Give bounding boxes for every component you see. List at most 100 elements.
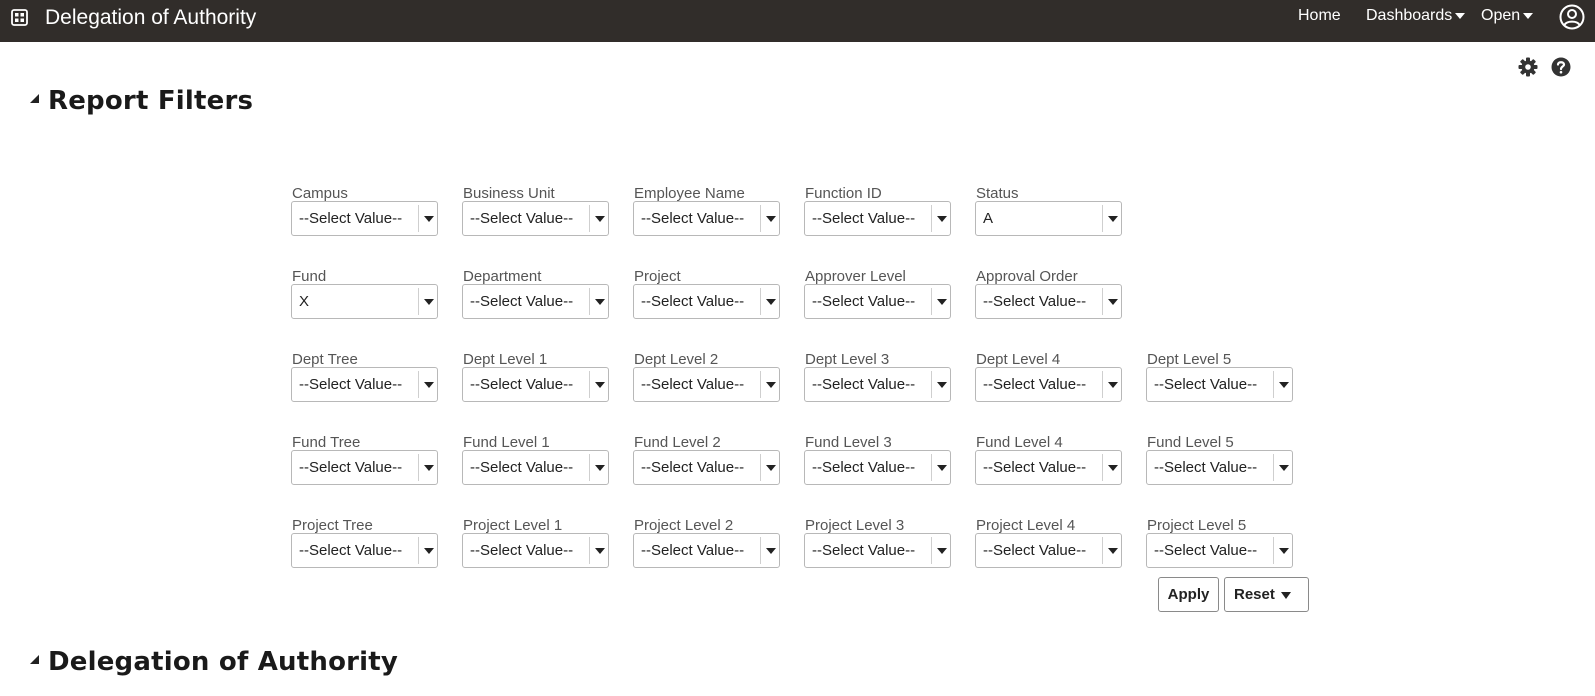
fund-level-2-select[interactable]: --Select Value-- (633, 450, 780, 485)
dropdown-arrow-icon[interactable] (595, 382, 605, 388)
user-icon[interactable] (1559, 4, 1585, 30)
dropdown-arrow-icon[interactable] (1279, 382, 1289, 388)
department-select[interactable]: --Select Value-- (462, 284, 609, 319)
approval-order-select[interactable]: --Select Value-- (975, 284, 1122, 319)
select-divider (760, 454, 761, 481)
dept-level-5-value: --Select Value-- (1154, 376, 1258, 393)
select-divider (418, 205, 419, 232)
project-level-5-value: --Select Value-- (1154, 542, 1258, 559)
select-divider (418, 454, 419, 481)
collapse-triangle-icon[interactable] (30, 94, 39, 103)
dropdown-arrow-icon[interactable] (766, 465, 776, 471)
dropdown-arrow-icon[interactable] (1279, 465, 1289, 471)
project-level-4-select[interactable]: --Select Value-- (975, 533, 1122, 568)
employee-name-select[interactable]: --Select Value-- (633, 201, 780, 236)
fund-level-5-select[interactable]: --Select Value-- (1146, 450, 1293, 485)
fund-level-4-select[interactable]: --Select Value-- (975, 450, 1122, 485)
dept-level-3-value: --Select Value-- (812, 376, 916, 393)
dropdown-arrow-icon[interactable] (1108, 382, 1118, 388)
app-grid-icon[interactable] (11, 9, 28, 26)
project-level-1-select[interactable]: --Select Value-- (462, 533, 609, 568)
select-divider (1273, 537, 1274, 564)
select-divider (760, 371, 761, 398)
dropdown-arrow-icon[interactable] (595, 216, 605, 222)
project-tree-select[interactable]: --Select Value-- (291, 533, 438, 568)
approver-level-select[interactable]: --Select Value-- (804, 284, 951, 319)
select-divider (418, 371, 419, 398)
project-level-2-value: --Select Value-- (641, 542, 745, 559)
approver-level-value: --Select Value-- (812, 293, 916, 310)
fund-level-3-select[interactable]: --Select Value-- (804, 450, 951, 485)
select-divider (931, 288, 932, 315)
project-value: --Select Value-- (641, 293, 745, 310)
dropdown-arrow-icon[interactable] (937, 465, 947, 471)
project-level-3-value: --Select Value-- (812, 542, 916, 559)
dept-level-3-select[interactable]: --Select Value-- (804, 367, 951, 402)
project-level-5-select[interactable]: --Select Value-- (1146, 533, 1293, 568)
dropdown-arrow-icon[interactable] (1279, 548, 1289, 554)
dropdown-arrow-icon[interactable] (937, 299, 947, 305)
select-divider (1273, 371, 1274, 398)
dropdown-arrow-icon[interactable] (937, 216, 947, 222)
select-divider (1102, 288, 1103, 315)
gear-icon[interactable] (1517, 56, 1539, 78)
delegation-section-title: Delegation of Authority (48, 647, 399, 677)
nav-home-link[interactable]: Home (1298, 6, 1341, 26)
select-divider (931, 371, 932, 398)
dept-level-5-select[interactable]: --Select Value-- (1146, 367, 1293, 402)
campus-select[interactable]: --Select Value-- (291, 201, 438, 236)
fund-level-2-value: --Select Value-- (641, 459, 745, 476)
nav-dashboards-label: Dashboards (1366, 7, 1453, 24)
fund-value: X (299, 293, 310, 310)
project-level-3-select[interactable]: --Select Value-- (804, 533, 951, 568)
dropdown-arrow-icon[interactable] (424, 465, 434, 471)
dropdown-arrow-icon[interactable] (424, 382, 434, 388)
report-filters-title: Report Filters (48, 86, 254, 116)
dept-level-1-select[interactable]: --Select Value-- (462, 367, 609, 402)
dropdown-arrow-icon[interactable] (424, 299, 434, 305)
dropdown-arrow-icon[interactable] (1108, 299, 1118, 305)
dropdown-arrow-icon[interactable] (595, 465, 605, 471)
dropdown-arrow-icon[interactable] (1108, 465, 1118, 471)
help-icon[interactable] (1550, 56, 1572, 78)
fund-level-1-select[interactable]: --Select Value-- (462, 450, 609, 485)
function-id-select[interactable]: --Select Value-- (804, 201, 951, 236)
dropdown-arrow-icon[interactable] (424, 548, 434, 554)
select-divider (1273, 454, 1274, 481)
dropdown-arrow-icon[interactable] (766, 299, 776, 305)
fund-level-4-value: --Select Value-- (983, 459, 1087, 476)
fund-tree-select[interactable]: --Select Value-- (291, 450, 438, 485)
dropdown-arrow-icon[interactable] (595, 548, 605, 554)
business-unit-select[interactable]: --Select Value-- (462, 201, 609, 236)
dept-level-4-select[interactable]: --Select Value-- (975, 367, 1122, 402)
dropdown-arrow-icon[interactable] (1108, 548, 1118, 554)
dropdown-arrow-icon[interactable] (595, 299, 605, 305)
dropdown-arrow-icon[interactable] (424, 216, 434, 222)
select-divider (1102, 371, 1103, 398)
dropdown-arrow-icon[interactable] (1108, 216, 1118, 222)
top-bar: Delegation of Authority Home Dashboards … (0, 0, 1595, 42)
dropdown-arrow-icon[interactable] (766, 216, 776, 222)
dept-level-4-value: --Select Value-- (983, 376, 1087, 393)
fund-select[interactable]: X (291, 284, 438, 319)
project-select[interactable]: --Select Value-- (633, 284, 780, 319)
status-select[interactable]: A (975, 201, 1122, 236)
dropdown-arrow-icon[interactable] (937, 548, 947, 554)
dropdown-arrow-icon[interactable] (766, 548, 776, 554)
collapse-triangle-icon[interactable] (30, 655, 39, 664)
project-level-2-select[interactable]: --Select Value-- (633, 533, 780, 568)
nav-open-menu[interactable]: Open (1481, 6, 1534, 26)
select-divider (1102, 205, 1103, 232)
employee-name-value: --Select Value-- (641, 210, 745, 227)
select-divider (589, 371, 590, 398)
dept-tree-select[interactable]: --Select Value-- (291, 367, 438, 402)
nav-dashboards-menu[interactable]: Dashboards (1366, 6, 1466, 26)
apply-button[interactable]: Apply (1158, 577, 1219, 612)
select-divider (760, 537, 761, 564)
dropdown-arrow-icon[interactable] (937, 382, 947, 388)
dept-level-2-select[interactable]: --Select Value-- (633, 367, 780, 402)
project-level-4-value: --Select Value-- (983, 542, 1087, 559)
reset-button[interactable]: Reset (1224, 577, 1309, 612)
apply-button-label: Apply (1167, 586, 1210, 603)
dropdown-arrow-icon[interactable] (766, 382, 776, 388)
